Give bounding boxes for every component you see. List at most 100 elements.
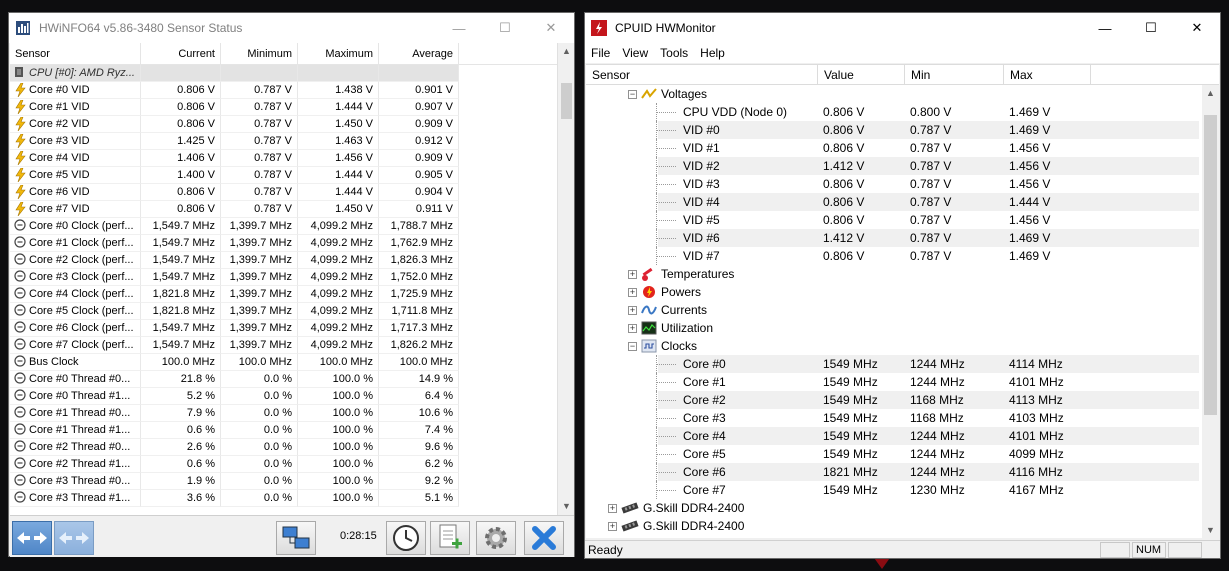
sensor-row[interactable]: Core #5 Clock (perf... 1,821.8 MHz 1,399.7… bbox=[10, 303, 574, 320]
vertical-scrollbar[interactable]: ▲ ▼ bbox=[557, 43, 574, 515]
hwmonitor-titlebar[interactable]: CPUID HWMonitor — ☐ ✕ bbox=[585, 13, 1220, 43]
sensor-leaf-row[interactable]: Core #3 1549 MHz 1168 MHz 4103 MHz bbox=[586, 409, 1219, 427]
sensor-leaf-row[interactable]: Core #0 1549 MHz 1244 MHz 4114 MHz bbox=[586, 355, 1219, 373]
sensor-group-row[interactable]: CPU [#0]: AMD Ryz... bbox=[10, 65, 574, 82]
sensor-row[interactable]: Core #1 Thread #0... 7.9 % 0.0 % 100.0 % 10.… bbox=[10, 405, 574, 422]
sensor-row[interactable]: Core #1 Thread #1... 0.6 % 0.0 % 100.0 % 7.4… bbox=[10, 422, 574, 439]
sensor-leaf-row[interactable]: VID #3 0.806 V 0.787 V 1.456 V bbox=[586, 175, 1219, 193]
hwinfo-titlebar[interactable]: HWiNFO64 v5.86-3480 Sensor Status — ☐ ✕ bbox=[9, 13, 574, 43]
network-button[interactable] bbox=[276, 521, 316, 555]
tree-node-row[interactable]: + Currents bbox=[586, 301, 1219, 319]
sensor-row[interactable]: Core #2 VID 0.806 V 0.787 V 1.450 V 0.909 V bbox=[10, 116, 574, 133]
sensor-leaf-row[interactable]: Core #5 1549 MHz 1244 MHz 4099 MHz bbox=[586, 445, 1219, 463]
expand-icon[interactable]: + bbox=[628, 269, 637, 279]
sensor-row[interactable]: Core #7 VID 0.806 V 0.787 V 1.450 V 0.911 V bbox=[10, 201, 574, 218]
collapse-icon[interactable]: − bbox=[628, 341, 637, 351]
sensor-row[interactable]: Core #0 VID 0.806 V 0.787 V 1.438 V 0.901 V bbox=[10, 82, 574, 99]
sensor-leaf-row[interactable]: VID #2 1.412 V 0.787 V 1.456 V bbox=[586, 157, 1219, 175]
sensor-row[interactable]: Core #4 Clock (perf... 1,821.8 MHz 1,399.7… bbox=[10, 286, 574, 303]
collapse-icon[interactable]: − bbox=[628, 89, 637, 99]
menu-view[interactable]: View bbox=[616, 43, 654, 63]
tree-node-row[interactable]: + G.Skill DDR4-2400 bbox=[586, 517, 1219, 535]
expand-icon[interactable]: + bbox=[608, 503, 617, 513]
column-header-current[interactable]: Current bbox=[141, 43, 221, 64]
sensor-row[interactable]: Core #3 Clock (perf... 1,549.7 MHz 1,399.7… bbox=[10, 269, 574, 286]
sensor-leaf-row[interactable]: Core #7 1549 MHz 1230 MHz 4167 MHz bbox=[586, 481, 1219, 499]
close-button[interactable]: ✕ bbox=[528, 13, 574, 43]
scroll-down-icon[interactable]: ▼ bbox=[1202, 522, 1219, 538]
maximize-button[interactable]: ☐ bbox=[1128, 13, 1174, 43]
tree-node-row[interactable]: − Clocks bbox=[586, 337, 1219, 355]
sensor-leaf-row[interactable]: Core #2 1549 MHz 1168 MHz 4113 MHz bbox=[586, 391, 1219, 409]
menu-help[interactable]: Help bbox=[694, 43, 731, 63]
sensor-row[interactable]: Core #0 Clock (perf... 1,549.7 MHz 1,399.7… bbox=[10, 218, 574, 235]
scroll-down-icon[interactable]: ▼ bbox=[558, 498, 574, 515]
navigate-arrows-button[interactable] bbox=[12, 521, 52, 555]
expand-icon[interactable]: + bbox=[628, 305, 637, 315]
expand-icon[interactable]: + bbox=[608, 521, 617, 531]
sensor-row[interactable]: Core #2 Thread #1... 0.6 % 0.0 % 100.0 % 6.2… bbox=[10, 456, 574, 473]
sensor-leaf-row[interactable]: CPU VDD (Node 0) 0.806 V 0.800 V 1.469 V bbox=[586, 103, 1219, 121]
vertical-scrollbar[interactable]: ▲ ▼ bbox=[1202, 85, 1219, 538]
scroll-up-icon[interactable]: ▲ bbox=[1202, 85, 1219, 102]
sensor-tree[interactable]: Sensor Value Min Max − Voltages CPU VDD (N… bbox=[586, 64, 1219, 538]
sensor-row[interactable]: Core #1 VID 0.806 V 0.787 V 1.444 V 0.907 V bbox=[10, 99, 574, 116]
menu-file[interactable]: File bbox=[585, 43, 616, 63]
sensor-leaf-row[interactable]: Core #4 1549 MHz 1244 MHz 4101 MHz bbox=[586, 427, 1219, 445]
close-button[interactable]: ✕ bbox=[1174, 13, 1220, 43]
sensor-leaf-row[interactable]: VID #5 0.806 V 0.787 V 1.456 V bbox=[586, 211, 1219, 229]
sensor-row[interactable]: Bus Clock 100.0 MHz 100.0 MHz 100.0 MHz 100.… bbox=[10, 354, 574, 371]
sensor-row[interactable]: Core #4 VID 1.406 V 0.787 V 1.456 V 0.909 V bbox=[10, 150, 574, 167]
sensor-row[interactable]: Core #2 Clock (perf... 1,549.7 MHz 1,399.7… bbox=[10, 252, 574, 269]
sensor-row[interactable]: Core #1 Clock (perf... 1,549.7 MHz 1,399.7… bbox=[10, 235, 574, 252]
settings-button[interactable] bbox=[476, 521, 516, 555]
column-header-max[interactable]: Max bbox=[1004, 65, 1091, 84]
sensor-row[interactable]: Core #3 Thread #0... 1.9 % 0.0 % 100.0 % 9.2… bbox=[10, 473, 574, 490]
reset-timer-button[interactable] bbox=[386, 521, 426, 555]
close-sensors-button[interactable] bbox=[524, 521, 564, 555]
column-header-value[interactable]: Value bbox=[818, 65, 905, 84]
sensor-row[interactable]: Core #0 Thread #1... 5.2 % 0.0 % 100.0 % 6.4… bbox=[10, 388, 574, 405]
sensor-leaf-row[interactable]: VID #0 0.806 V 0.787 V 1.469 V bbox=[586, 121, 1219, 139]
tree-node-row[interactable]: + Utilization bbox=[586, 319, 1219, 337]
scrollbar-thumb[interactable] bbox=[561, 83, 572, 119]
column-header-sensor[interactable]: Sensor bbox=[10, 43, 141, 64]
expand-icon[interactable]: + bbox=[628, 287, 637, 297]
menu-tools[interactable]: Tools bbox=[654, 43, 694, 63]
sensor-row[interactable]: Core #5 VID 1.400 V 0.787 V 1.444 V 0.905 V bbox=[10, 167, 574, 184]
sensor-row[interactable]: Core #2 Thread #0... 2.6 % 0.0 % 100.0 % 9.6… bbox=[10, 439, 574, 456]
tree-node-row[interactable]: + Temperatures bbox=[586, 265, 1219, 283]
logging-button[interactable] bbox=[430, 521, 470, 555]
sensor-leaf-row[interactable]: Core #6 1821 MHz 1244 MHz 4116 MHz bbox=[586, 463, 1219, 481]
column-header-min[interactable]: Min bbox=[905, 65, 1004, 84]
column-header-sensor[interactable]: Sensor bbox=[586, 65, 818, 84]
max-cell: 4099 MHz bbox=[1009, 447, 1064, 461]
sensor-row[interactable]: Core #6 VID 0.806 V 0.787 V 1.444 V 0.904 V bbox=[10, 184, 574, 201]
tree-node-row[interactable]: − Voltages bbox=[586, 85, 1219, 103]
sensor-row[interactable]: Core #0 Thread #0... 21.8 % 0.0 % 100.0 % 14… bbox=[10, 371, 574, 388]
sensor-leaf-row[interactable]: VID #4 0.806 V 0.787 V 1.444 V bbox=[586, 193, 1219, 211]
sensor-leaf-row[interactable]: VID #6 1.412 V 0.787 V 1.469 V bbox=[586, 229, 1219, 247]
sensor-row[interactable]: Core #6 Clock (perf... 1,549.7 MHz 1,399.7… bbox=[10, 320, 574, 337]
sensor-leaf-row[interactable]: Core #1 1549 MHz 1244 MHz 4101 MHz bbox=[586, 373, 1219, 391]
minimize-button[interactable]: — bbox=[1082, 13, 1128, 43]
scroll-up-icon[interactable]: ▲ bbox=[558, 43, 574, 60]
column-header-maximum[interactable]: Maximum bbox=[298, 43, 379, 64]
scrollbar-thumb[interactable] bbox=[1204, 115, 1217, 415]
column-header-average[interactable]: Average bbox=[379, 43, 459, 64]
sensor-leaf-row[interactable]: VID #1 0.806 V 0.787 V 1.456 V bbox=[586, 139, 1219, 157]
navigate-arrows-disabled-button[interactable] bbox=[54, 521, 94, 555]
sensor-row[interactable]: Core #3 VID 1.425 V 0.787 V 1.463 V 0.912 V bbox=[10, 133, 574, 150]
tree-node-row[interactable]: + Powers bbox=[586, 283, 1219, 301]
minimize-button[interactable]: — bbox=[436, 13, 482, 43]
expand-icon[interactable]: + bbox=[628, 323, 637, 333]
sensor-name: Core #4 VID bbox=[29, 151, 90, 164]
tree-node-row[interactable]: + G.Skill DDR4-2400 bbox=[586, 499, 1219, 517]
sensor-row[interactable]: Core #7 Clock (perf... 1,549.7 MHz 1,399.7… bbox=[10, 337, 574, 354]
maximize-button[interactable]: ☐ bbox=[482, 13, 528, 43]
sensor-leaf-row[interactable]: VID #7 0.806 V 0.787 V 1.469 V bbox=[586, 247, 1219, 265]
sensor-row[interactable]: Core #3 Thread #1... 3.6 % 0.0 % 100.0 % 5.1… bbox=[10, 490, 574, 507]
sensor-grid[interactable]: Sensor Current Minimum Maximum Average C… bbox=[10, 43, 574, 515]
column-header-minimum[interactable]: Minimum bbox=[221, 43, 298, 64]
max-cell: 1.469 V bbox=[1009, 231, 1051, 245]
